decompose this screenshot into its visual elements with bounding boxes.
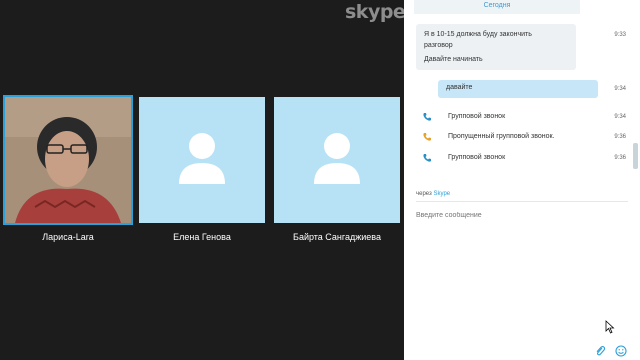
participant-name: Байрта Сангаджиева <box>293 232 381 242</box>
message-text: давайте <box>446 84 473 91</box>
incoming-message[interactable]: Я в 10-15 должна буду закончить разговор… <box>416 24 576 70</box>
attach-icon[interactable] <box>594 345 606 357</box>
call-event-label: Групповой звонок <box>448 154 506 161</box>
participant-tile-lara[interactable] <box>3 95 133 225</box>
phone-icon <box>423 113 431 121</box>
call-event-time: 9:34 <box>614 114 626 120</box>
cursor-icon <box>605 320 615 334</box>
participant-tile-bayrta[interactable] <box>274 97 400 223</box>
message-text: Давайте начинать <box>424 56 483 63</box>
phone-icon <box>423 154 431 162</box>
call-event-label: Групповой звонок <box>448 113 506 120</box>
date-separator: Сегодня <box>414 0 580 14</box>
missed-call-icon <box>423 133 431 141</box>
emoji-icon[interactable] <box>615 345 627 357</box>
message-time: 9:33 <box>614 32 626 38</box>
skype-logo: skype <box>345 1 406 23</box>
call-event-time: 9:36 <box>614 134 626 140</box>
outgoing-message[interactable]: давайте <box>438 80 598 98</box>
participant-name: Лариса-Lara <box>42 232 94 242</box>
chat-scrollbar[interactable] <box>633 143 638 169</box>
via-prefix: через <box>416 191 432 197</box>
message-time: 9:34 <box>614 86 626 92</box>
chat-panel: Сегодня Я в 10-15 должна буду закончить … <box>404 0 640 360</box>
user-silhouette-icon <box>314 133 360 184</box>
participant-tile-elena[interactable] <box>139 97 265 223</box>
call-event-time: 9:36 <box>614 155 626 161</box>
message-input[interactable] <box>416 212 616 219</box>
message-text: разговор <box>424 42 453 49</box>
user-silhouette-icon <box>179 133 225 184</box>
call-event-label: Пропущенный групповой звонок. <box>448 133 555 140</box>
via-brand: Skype <box>433 191 451 197</box>
compose-divider <box>416 201 628 202</box>
call-stage: skype Лариса-Lara Елена Генова Байрта Са… <box>0 0 406 360</box>
message-text: Я в 10-15 должна буду закончить <box>424 31 532 38</box>
participant-name: Елена Генова <box>173 232 231 242</box>
via-skype-label: через Skype <box>416 191 450 197</box>
participant-video <box>5 97 131 223</box>
